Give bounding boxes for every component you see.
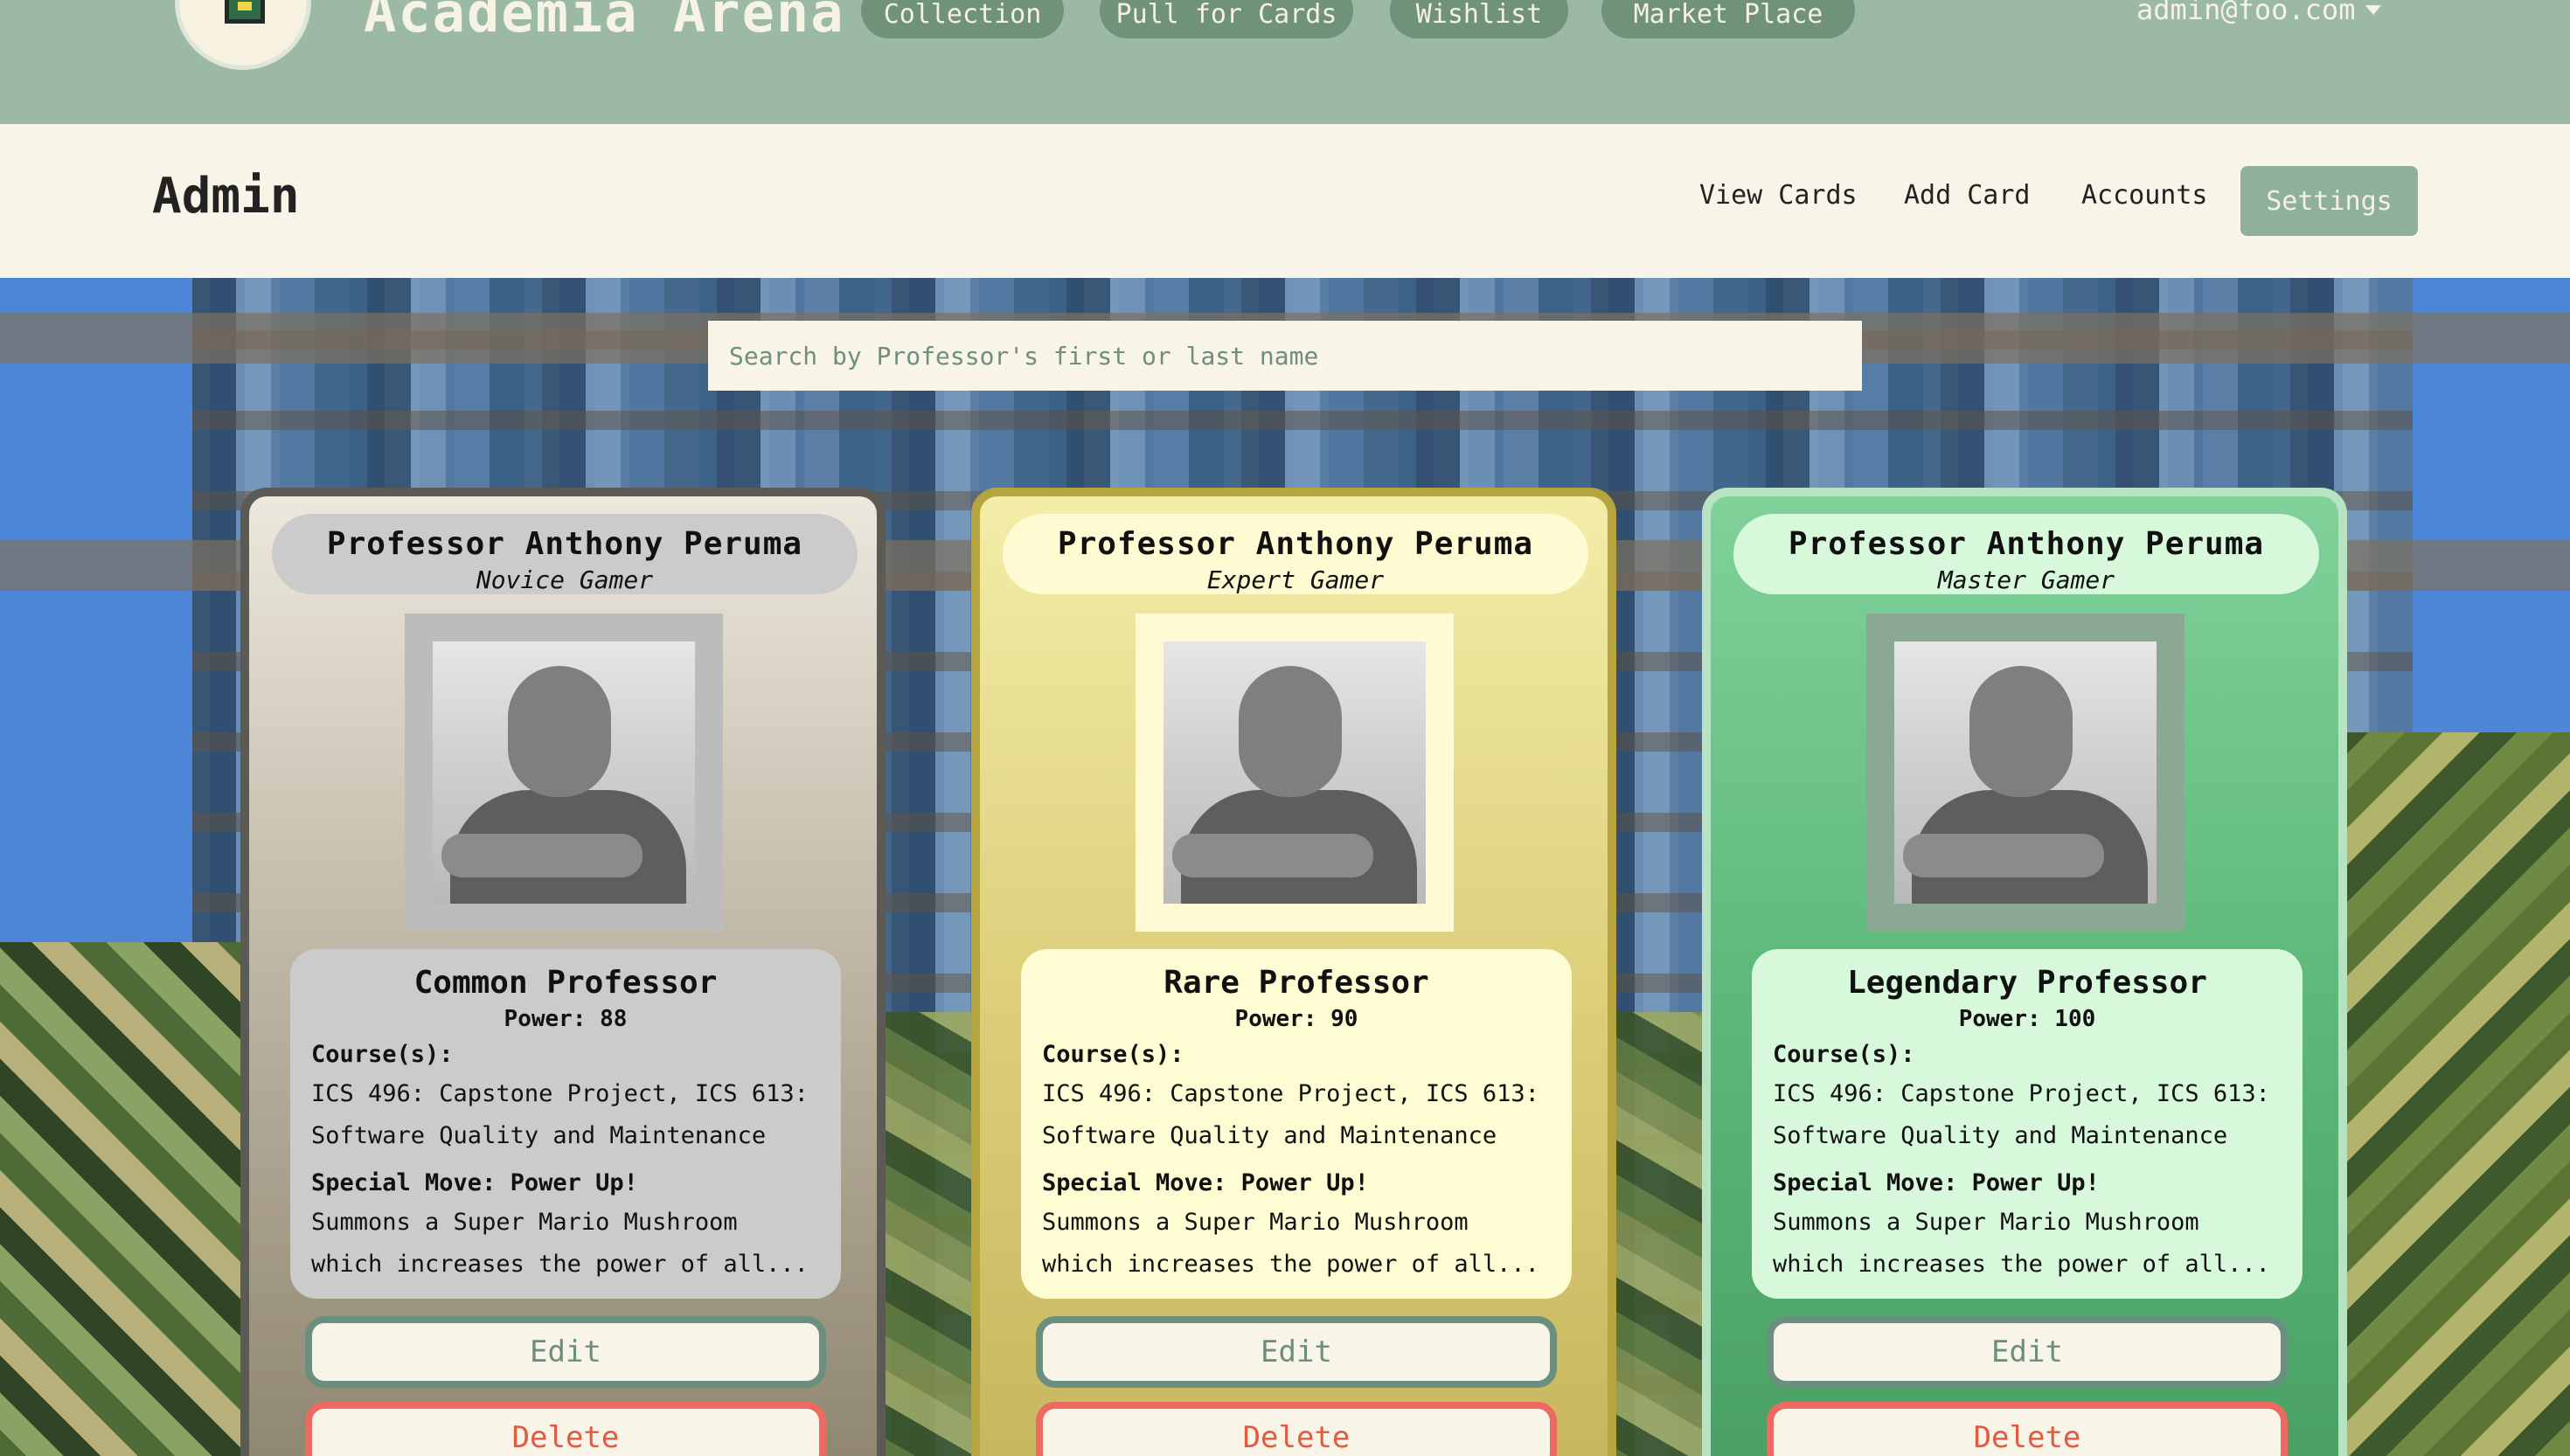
admin-bar: Admin View Cards Add Card Accounts Setti… bbox=[0, 124, 2570, 278]
rarity-label: Legendary Professor bbox=[1847, 965, 2207, 1001]
page-title: Admin bbox=[152, 168, 300, 225]
special-move-label: Special Move: bbox=[1773, 1169, 1958, 1196]
nav-pull-for-cards-link[interactable]: Pull for Cards bbox=[1100, 0, 1353, 38]
chevron-down-icon bbox=[2365, 4, 2382, 15]
search-input[interactable] bbox=[708, 321, 1862, 391]
power-value: Power: 90 bbox=[1234, 1006, 1358, 1032]
special-move-label: Special Move: bbox=[1042, 1169, 1227, 1196]
top-navbar: Academia Arena Collection Pull for Cards… bbox=[0, 0, 2570, 124]
card-info: Legendary Professor Power: 100 Course(s)… bbox=[1752, 949, 2303, 1299]
professor-card-common: Professor Anthony Peruma Novice Gamer Co… bbox=[240, 488, 886, 1456]
delete-button[interactable]: Delete bbox=[1767, 1402, 2288, 1456]
card-info: Common Professor Power: 88 Course(s): IC… bbox=[290, 949, 841, 1299]
special-move-description: Summons a Super Mario Mushroom which inc… bbox=[1042, 1209, 1539, 1278]
courses-text: ICS 496: Capstone Project, ICS 613: Soft… bbox=[1042, 1080, 1539, 1149]
professor-photo-frame bbox=[1136, 614, 1454, 932]
card-info: Rare Professor Power: 90 Course(s): ICS … bbox=[1021, 949, 1572, 1299]
professor-card-rare: Professor Anthony Peruma Expert Gamer Ra… bbox=[971, 488, 1616, 1456]
special-move-label: Special Move: bbox=[311, 1169, 497, 1196]
courses-label: Course(s): bbox=[1042, 1041, 1184, 1068]
power-value: Power: 100 bbox=[1958, 1006, 2096, 1032]
courses-text: ICS 496: Capstone Project, ICS 613: Soft… bbox=[311, 1080, 809, 1149]
delete-button[interactable]: Delete bbox=[305, 1402, 826, 1456]
user-email: admin@foo.com bbox=[2136, 0, 2356, 26]
professor-name: Professor Anthony Peruma bbox=[1057, 526, 1534, 562]
logo-icon[interactable] bbox=[175, 0, 311, 70]
professor-photo bbox=[1163, 641, 1426, 904]
courses-label: Course(s): bbox=[311, 1041, 454, 1068]
special-move-name: Power Up! bbox=[1971, 1169, 2100, 1196]
brand-title[interactable]: Academia Arena bbox=[364, 0, 845, 45]
special-move-name: Power Up! bbox=[1240, 1169, 1369, 1196]
add-card-link[interactable]: Add Card bbox=[1904, 180, 2031, 211]
power-value: Power: 88 bbox=[504, 1006, 628, 1032]
nav-wishlist-link[interactable]: Wishlist bbox=[1390, 0, 1568, 38]
special-move-description: Summons a Super Mario Mushroom which inc… bbox=[1773, 1209, 2270, 1278]
edit-button[interactable]: Edit bbox=[305, 1316, 826, 1388]
professor-name: Professor Anthony Peruma bbox=[1788, 526, 2265, 562]
professor-title: Novice Gamer bbox=[476, 565, 654, 594]
card-header: Professor Anthony Peruma Master Gamer bbox=[1733, 514, 2319, 594]
rarity-label: Rare Professor bbox=[1163, 965, 1429, 1001]
user-menu[interactable]: admin@foo.com bbox=[2136, 0, 2382, 26]
special-move: Special Move: Power Up! bbox=[1773, 1169, 2282, 1196]
courses-text: ICS 496: Capstone Project, ICS 613: Soft… bbox=[1773, 1080, 2270, 1149]
nav-market-place-link[interactable]: Market Place bbox=[1601, 0, 1855, 38]
special-move-description: Summons a Super Mario Mushroom which inc… bbox=[311, 1209, 809, 1278]
special-move-name: Power Up! bbox=[510, 1169, 638, 1196]
professor-photo-frame bbox=[1866, 614, 2184, 932]
edit-button[interactable]: Edit bbox=[1036, 1316, 1557, 1388]
professor-photo-frame bbox=[405, 614, 723, 932]
professor-name: Professor Anthony Peruma bbox=[326, 526, 803, 562]
courses-label: Course(s): bbox=[1773, 1041, 1915, 1068]
professor-title: Expert Gamer bbox=[1206, 565, 1385, 594]
professor-title: Master Gamer bbox=[1937, 565, 2115, 594]
rarity-label: Common Professor bbox=[413, 965, 718, 1001]
settings-button[interactable]: Settings bbox=[2240, 166, 2418, 236]
card-header: Professor Anthony Peruma Novice Gamer bbox=[272, 514, 858, 594]
nav-collection-link[interactable]: Collection bbox=[861, 0, 1064, 38]
special-move: Special Move: Power Up! bbox=[1042, 1169, 1551, 1196]
accounts-link[interactable]: Accounts bbox=[2081, 180, 2208, 211]
delete-button[interactable]: Delete bbox=[1036, 1402, 1557, 1456]
professor-photo bbox=[433, 641, 695, 904]
professor-card-legendary: Professor Anthony Peruma Master Gamer Le… bbox=[1702, 488, 2347, 1456]
professor-photo bbox=[1894, 641, 2157, 904]
view-cards-link[interactable]: View Cards bbox=[1699, 180, 1858, 211]
card-header: Professor Anthony Peruma Expert Gamer bbox=[1003, 514, 1588, 594]
edit-button[interactable]: Edit bbox=[1767, 1316, 2288, 1388]
special-move: Special Move: Power Up! bbox=[311, 1169, 820, 1196]
